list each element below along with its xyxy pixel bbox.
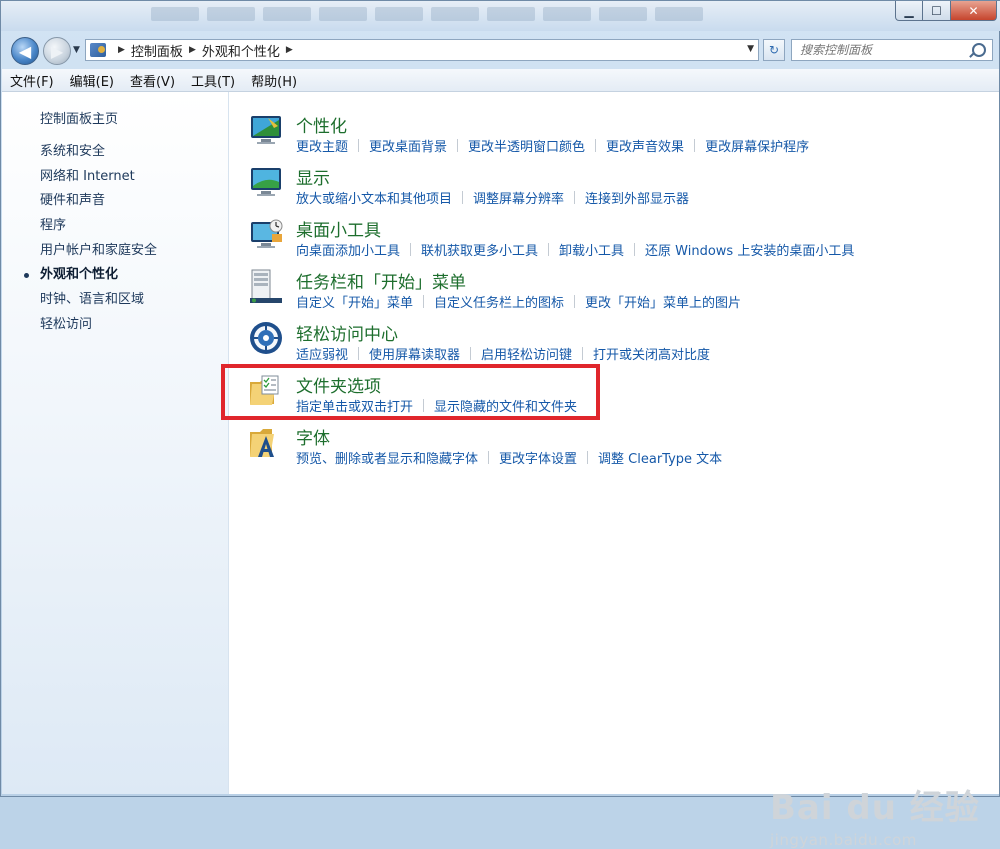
address-dropdown-icon[interactable]: ▼ (747, 44, 754, 54)
sidebar-item-ease-of-access[interactable]: 轻松访问 (40, 317, 157, 342)
category-title[interactable]: 个性化 (296, 112, 347, 137)
fonts-icon (250, 429, 274, 457)
link-screen-reader[interactable]: 使用屏幕读取器 (369, 344, 460, 363)
link-external-display[interactable]: 连接到外部显示器 (585, 188, 689, 207)
category-title[interactable]: 桌面小工具 (296, 216, 381, 241)
sidebar-item-user-accounts[interactable]: 用户帐户和家庭安全 (40, 243, 157, 268)
breadcrumb-chevron-icon[interactable]: ▶ (286, 45, 293, 55)
title-bar: ▁ ☐ ✕ (1, 1, 1000, 31)
refresh-button[interactable]: ↻ (763, 39, 785, 61)
sidebar-item-network[interactable]: 网络和 Internet (40, 169, 157, 194)
breadcrumb-chevron-icon[interactable]: ▶ (189, 45, 196, 55)
menu-edit[interactable]: 编辑(E) (62, 71, 122, 90)
search-box[interactable] (791, 39, 993, 61)
baidu-watermark: Bai du 经验 jingyan.baidu.com (770, 780, 980, 849)
breadcrumb-chevron-icon[interactable]: ▶ (118, 45, 125, 55)
breadcrumb-appearance[interactable]: 外观和个性化 (202, 41, 280, 60)
sidebar-item-programs[interactable]: 程序 (40, 218, 157, 243)
forward-button[interactable]: ▶ (43, 37, 71, 65)
navigation-bar: ◀ ▶ ▼ ▶ 控制面板 ▶ 外观和个性化 ▶ ▼ ↻ (1, 33, 1000, 65)
recent-pages-dropdown-icon[interactable]: ▼ (73, 45, 80, 55)
breadcrumb-control-panel[interactable]: 控制面板 (131, 41, 183, 60)
menu-file[interactable]: 文件(F) (2, 71, 62, 90)
link-resolution[interactable]: 调整屏幕分辨率 (473, 188, 564, 207)
link-high-contrast[interactable]: 打开或关闭高对比度 (593, 344, 710, 363)
close-button[interactable]: ✕ (951, 1, 997, 21)
blurred-taskbar-background (151, 7, 703, 21)
display-icon (251, 168, 281, 196)
link-font-settings[interactable]: 更改字体设置 (499, 448, 577, 467)
maximize-button[interactable]: ☐ (923, 1, 951, 21)
link-change-theme[interactable]: 更改主题 (296, 136, 348, 155)
watermark-url: jingyan.baidu.com (770, 831, 917, 849)
back-button[interactable]: ◀ (11, 37, 39, 65)
sidebar-home-link[interactable]: 控制面板主页 (40, 108, 118, 127)
control-panel-icon (90, 43, 106, 57)
watermark-brand: Bai du 经验 (770, 788, 980, 828)
category-title[interactable]: 显示 (296, 164, 330, 189)
sidebar-item-appearance[interactable]: 外观和个性化 (23, 267, 157, 292)
link-get-more-gadgets[interactable]: 联机获取更多小工具 (421, 240, 538, 259)
menu-view[interactable]: 查看(V) (122, 71, 183, 90)
link-uninstall-gadget[interactable]: 卸载小工具 (559, 240, 624, 259)
category-title[interactable]: 字体 (296, 424, 330, 449)
link-restore-gadgets[interactable]: 还原 Windows 上安装的桌面小工具 (645, 240, 854, 259)
menu-tools[interactable]: 工具(T) (183, 71, 243, 90)
link-accessibility-keys[interactable]: 启用轻松访问键 (481, 344, 572, 363)
sidebar-item-system-security[interactable]: 系统和安全 (40, 144, 157, 169)
explorer-window: ▁ ☐ ✕ ◀ ▶ ▼ ▶ 控制面板 ▶ 外观和个性化 ▶ ▼ ↻ 文件(F) … (0, 0, 1000, 849)
window-controls: ▁ ☐ ✕ (895, 1, 997, 21)
minimize-button[interactable]: ▁ (895, 1, 923, 21)
link-screensaver[interactable]: 更改屏幕保护程序 (705, 136, 809, 155)
link-window-color[interactable]: 更改半透明窗口颜色 (468, 136, 585, 155)
personalization-icon (251, 116, 281, 144)
menu-bar: 文件(F) 编辑(E) 查看(V) 工具(T) 帮助(H) (2, 69, 999, 92)
menu-help[interactable]: 帮助(H) (243, 71, 305, 90)
category-links: 适应弱视 使用屏幕读取器 启用轻松访问键 打开或关闭高对比度 (296, 344, 710, 363)
sidebar: 控制面板主页 系统和安全 网络和 Internet 硬件和声音 程序 用户帐户和… (2, 92, 229, 794)
link-change-background[interactable]: 更改桌面背景 (369, 136, 447, 155)
link-customize-start-menu[interactable]: 自定义「开始」菜单 (296, 292, 413, 311)
link-preview-fonts[interactable]: 预览、删除或者显示和隐藏字体 (296, 448, 478, 467)
highlight-annotation-box (221, 364, 600, 420)
category-title[interactable]: 任务栏和「开始」菜单 (296, 268, 466, 293)
category-links: 自定义「开始」菜单 自定义任务栏上的图标 更改「开始」菜单上的图片 (296, 292, 741, 311)
sidebar-item-clock-language[interactable]: 时钟、语言和区域 (40, 292, 157, 317)
category-links: 放大或缩小文本和其他项目 调整屏幕分辨率 连接到外部显示器 (296, 188, 689, 207)
address-bar[interactable]: ▶ 控制面板 ▶ 外观和个性化 ▶ ▼ (85, 39, 759, 61)
link-customize-taskbar-icons[interactable]: 自定义任务栏上的图标 (434, 292, 564, 311)
search-icon[interactable] (972, 43, 986, 57)
link-low-vision[interactable]: 适应弱视 (296, 344, 348, 363)
ease-of-access-icon (250, 322, 282, 354)
link-cleartype[interactable]: 调整 ClearType 文本 (598, 448, 722, 467)
link-add-gadgets[interactable]: 向桌面添加小工具 (296, 240, 400, 259)
taskbar-icon (250, 269, 282, 303)
category-title[interactable]: 轻松访问中心 (296, 320, 398, 345)
link-change-start-picture[interactable]: 更改「开始」菜单上的图片 (585, 292, 741, 311)
category-links: 预览、删除或者显示和隐藏字体 更改字体设置 调整 ClearType 文本 (296, 448, 722, 467)
sidebar-list: 系统和安全 网络和 Internet 硬件和声音 程序 用户帐户和家庭安全 外观… (23, 144, 157, 342)
link-sound-effects[interactable]: 更改声音效果 (606, 136, 684, 155)
gadgets-icon (251, 219, 283, 248)
link-text-size[interactable]: 放大或缩小文本和其他项目 (296, 188, 452, 207)
refresh-icon: ↻ (768, 43, 780, 57)
content-area: 控制面板主页 系统和安全 网络和 Internet 硬件和声音 程序 用户帐户和… (2, 92, 999, 849)
sidebar-item-hardware-sound[interactable]: 硬件和声音 (40, 193, 157, 218)
category-links: 更改主题 更改桌面背景 更改半透明窗口颜色 更改声音效果 更改屏幕保护程序 (296, 136, 809, 155)
search-input[interactable] (798, 42, 972, 58)
category-links: 向桌面添加小工具 联机获取更多小工具 卸载小工具 还原 Windows 上安装的… (296, 240, 854, 259)
